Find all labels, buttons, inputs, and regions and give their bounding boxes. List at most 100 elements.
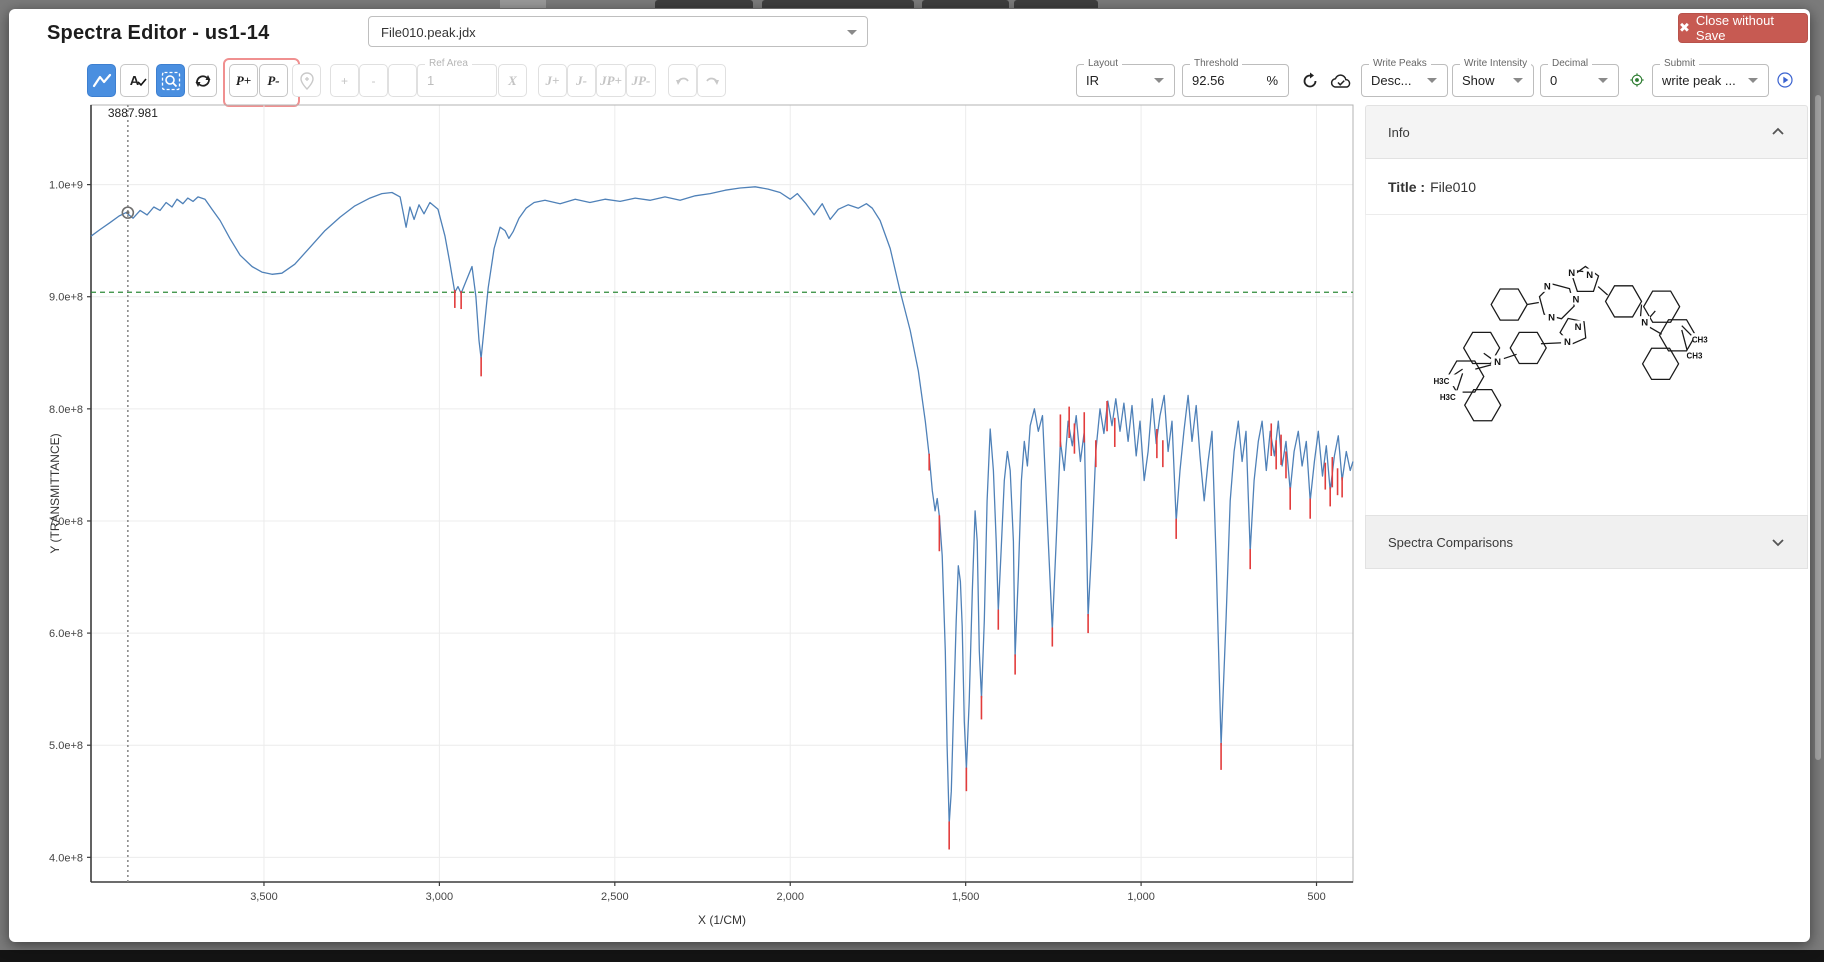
redo-icon: [704, 75, 720, 87]
svg-text:500: 500: [1307, 891, 1325, 903]
chevron-down-icon: [1154, 78, 1164, 83]
decrease-button[interactable]: -: [359, 64, 388, 97]
panel-spacer: [1365, 502, 1808, 515]
reset-zoom-button[interactable]: [188, 64, 217, 97]
svg-text:1.0e+9: 1.0e+9: [49, 180, 83, 192]
close-without-save-button[interactable]: ✖ Close without Save: [1678, 13, 1808, 43]
line-chart-icon: [92, 73, 112, 89]
spectrum-title-value: File010: [1430, 179, 1476, 195]
molecule-structure-image: NNNNNNNNNCH3CH3H3CH3C: [1416, 241, 1776, 456]
redo-button[interactable]: [697, 64, 726, 97]
svg-text:X (1/CM): X (1/CM): [698, 913, 746, 927]
background-browser-tab: [922, 0, 1009, 8]
svg-text:2,500: 2,500: [601, 891, 629, 903]
chevron-down-icon: [1598, 78, 1608, 83]
refresh-threshold-button[interactable]: [1294, 64, 1325, 97]
undo-icon: [675, 75, 691, 87]
spectrum-title-row: Title : File010: [1365, 159, 1808, 215]
svg-text:N: N: [1544, 282, 1551, 293]
svg-text:N: N: [1568, 268, 1575, 279]
screen: Spectra Editor - us1-14 File010.peak.jdx…: [0, 0, 1824, 962]
zoom-select-button[interactable]: [156, 64, 185, 97]
svg-text:1,500: 1,500: [952, 891, 980, 903]
spectra-comparisons-accordion-header[interactable]: Spectra Comparisons: [1365, 515, 1808, 569]
submit-select[interactable]: Submit write peak ...: [1652, 64, 1769, 97]
svg-text:5.0e+8: 5.0e+8: [49, 740, 83, 752]
close-icon: ✖: [1679, 20, 1690, 36]
svg-text:CH3: CH3: [1692, 336, 1708, 345]
save-cloud-button[interactable]: [1325, 64, 1356, 97]
svg-text:8.0e+8: 8.0e+8: [49, 404, 83, 416]
chevron-down-icon: [847, 30, 857, 35]
svg-text:N: N: [1641, 318, 1648, 329]
svg-text:N: N: [1586, 270, 1593, 281]
target-button[interactable]: [1624, 66, 1650, 94]
chevron-down-icon: [1771, 535, 1785, 549]
auto-assign-button[interactable]: A: [120, 64, 149, 97]
play-icon: [1777, 68, 1793, 92]
file-selector-value: File010.peak.jdx: [381, 25, 476, 40]
info-accordion-header[interactable]: Info: [1365, 105, 1808, 159]
zoom-area-icon: [161, 71, 181, 91]
layout-select[interactable]: Layout IR: [1076, 64, 1175, 97]
svg-text:N: N: [1494, 357, 1501, 368]
run-submit-button[interactable]: [1771, 66, 1799, 94]
line-chart-mode-button[interactable]: [87, 64, 116, 97]
svg-text:CH3: CH3: [1687, 352, 1703, 361]
file-selector[interactable]: File010.peak.jdx: [368, 16, 868, 47]
reset-zoom-icon: [194, 73, 212, 89]
spectrum-chart[interactable]: 1.0e+99.0e+88.0e+87.0e+86.0e+85.0e+84.0e…: [49, 97, 1379, 933]
svg-text:Y (TRANSMITTANCE): Y (TRANSMITTANCE): [49, 433, 62, 553]
svg-text:H3C: H3C: [1433, 377, 1449, 386]
svg-text:3,000: 3,000: [426, 891, 454, 903]
cloud-check-icon: [1329, 72, 1353, 90]
ref-area-input[interactable]: Ref Area 1: [417, 64, 497, 97]
page-title: Spectra Editor - us1-14: [47, 22, 269, 45]
jp-remove-button[interactable]: JP-: [626, 64, 656, 97]
increase-button[interactable]: +: [330, 64, 359, 97]
j-remove-button[interactable]: J-: [567, 64, 596, 97]
chevron-down-icon: [1748, 78, 1758, 83]
peak-add-button[interactable]: P+: [229, 64, 258, 97]
chevron-down-icon: [1427, 78, 1437, 83]
background-scrollbar[interactable]: [1815, 95, 1821, 760]
background-browser-tab: [655, 0, 753, 8]
background-browser-tab: [762, 0, 914, 8]
pin-button[interactable]: [292, 64, 321, 97]
clear-ref-button[interactable]: X: [498, 64, 527, 97]
svg-text:6.0e+8: 6.0e+8: [49, 628, 83, 640]
location-pin-icon: [299, 72, 315, 90]
decimal-select[interactable]: Decimal 0: [1540, 64, 1619, 97]
undo-button[interactable]: [668, 64, 697, 97]
target-icon: [1630, 69, 1644, 91]
svg-text:H3C: H3C: [1440, 393, 1456, 402]
write-peaks-select[interactable]: Write Peaks Desc...: [1361, 64, 1448, 97]
letter-a-check-icon: A: [130, 73, 139, 88]
svg-text:9.0e+8: 9.0e+8: [49, 292, 83, 304]
svg-text:N: N: [1572, 294, 1579, 305]
spectra-editor-modal: Spectra Editor - us1-14 File010.peak.jdx…: [9, 9, 1810, 942]
threshold-unit: %: [1266, 65, 1278, 96]
svg-text:3,500: 3,500: [250, 891, 278, 903]
svg-text:N: N: [1575, 322, 1582, 333]
chevron-up-icon: [1771, 125, 1785, 139]
spectrum-chart-canvas[interactable]: 1.0e+99.0e+88.0e+87.0e+86.0e+85.0e+84.0e…: [49, 97, 1379, 933]
peak-remove-button[interactable]: P-: [259, 64, 288, 97]
j-add-button[interactable]: J+: [538, 64, 567, 97]
svg-text:4.0e+8: 4.0e+8: [49, 852, 83, 864]
jp-add-button[interactable]: JP+: [596, 64, 626, 97]
molecule-structure-container: NNNNNNNNNCH3CH3H3CH3C: [1365, 215, 1808, 502]
refresh-icon: [1301, 72, 1319, 90]
svg-text:N: N: [1548, 312, 1555, 323]
svg-text:2,000: 2,000: [776, 891, 804, 903]
write-intensity-select[interactable]: Write Intensity Show: [1452, 64, 1534, 97]
info-panel: Info Title : File010 NNNNNNNNNCH3CH3H3CH…: [1365, 105, 1808, 569]
svg-text:3887.981: 3887.981: [108, 106, 158, 120]
background-fragment: [500, 0, 546, 8]
threshold-input[interactable]: Threshold 92.56 %: [1182, 64, 1289, 97]
svg-text:1,000: 1,000: [1127, 891, 1155, 903]
empty-button[interactable]: [388, 64, 417, 97]
svg-text:N: N: [1564, 337, 1571, 348]
background-bottom-band: [0, 950, 1824, 962]
chevron-down-icon: [1513, 78, 1523, 83]
